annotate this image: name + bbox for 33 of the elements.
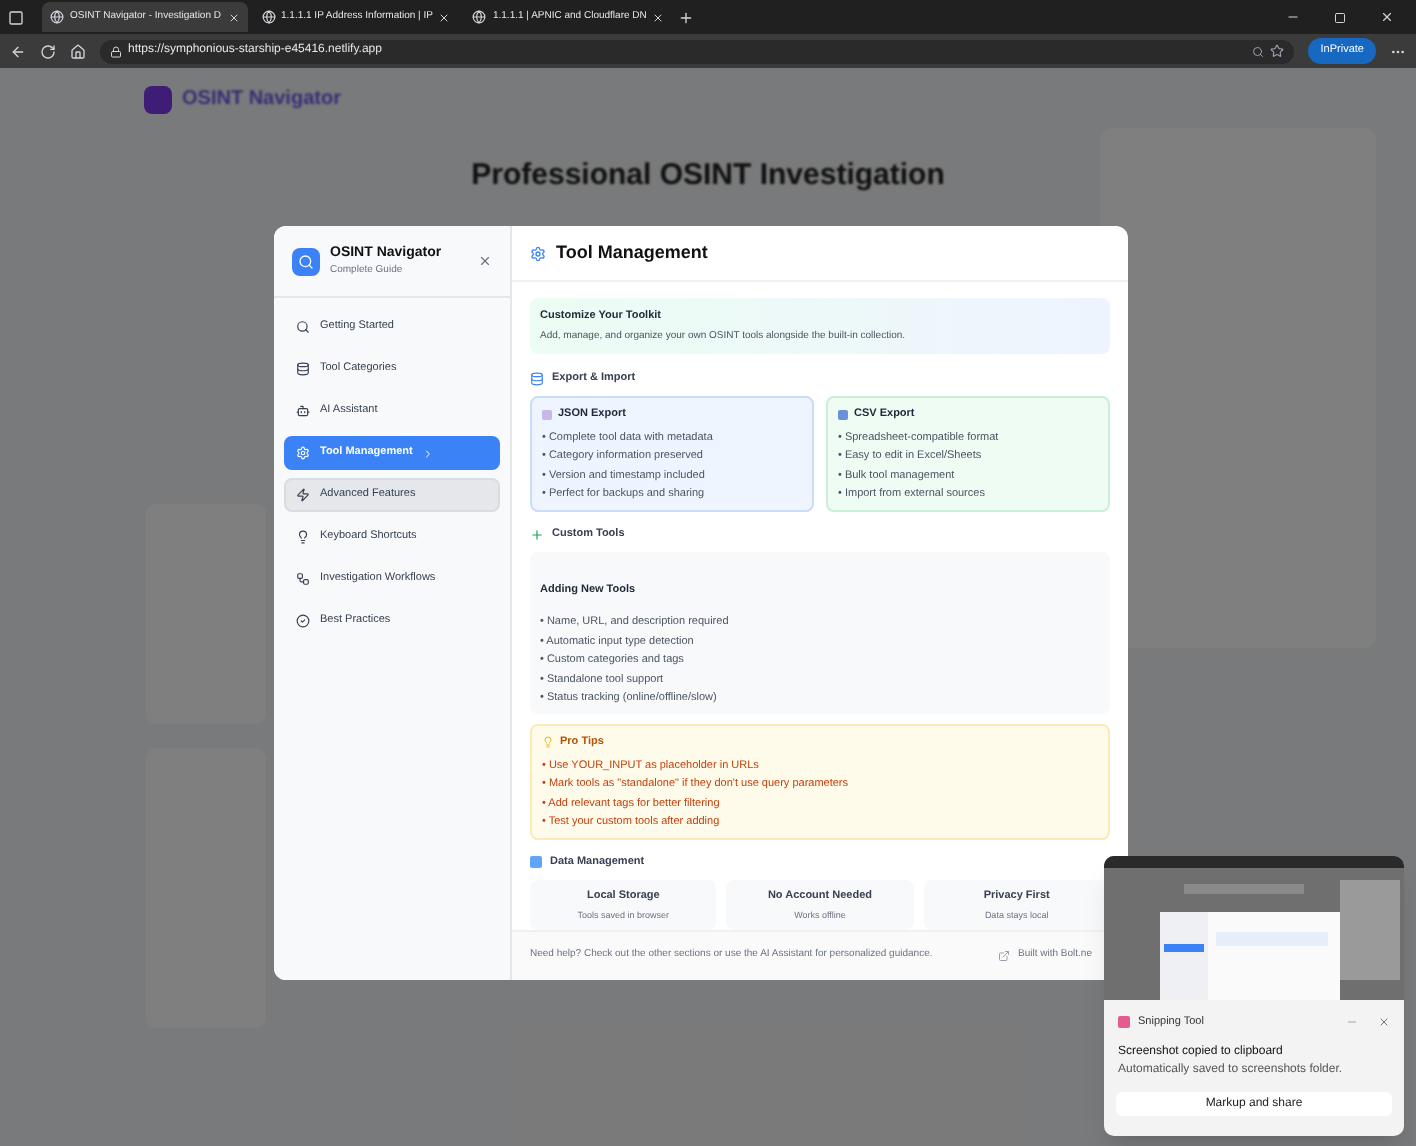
reload-icon[interactable] (40, 43, 56, 59)
app-icon (1118, 1016, 1130, 1029)
bulb-icon (296, 530, 310, 544)
minimize-icon[interactable] (1286, 10, 1300, 24)
database-icon (530, 371, 544, 386)
logo-icon (292, 247, 320, 275)
lightbulb-icon (542, 736, 554, 749)
back-icon[interactable] (10, 43, 26, 59)
workflow-icon (296, 572, 310, 586)
globe-icon (261, 10, 275, 24)
database-icon (296, 362, 310, 376)
brand-title: OSINT Navigator (182, 86, 341, 114)
home-icon[interactable] (70, 43, 86, 59)
page-heading: Professional OSINT Investigation (471, 156, 945, 196)
search-icon (296, 320, 310, 334)
tab-actions-icon[interactable] (8, 9, 24, 25)
check-icon (296, 614, 310, 628)
bot-icon (296, 404, 310, 418)
globe-icon (50, 10, 64, 24)
settings-icon (296, 446, 310, 460)
external-link-icon (998, 950, 1011, 963)
maximize-icon[interactable] (1334, 11, 1346, 23)
star-icon[interactable] (1270, 44, 1285, 58)
globe-icon (472, 10, 487, 24)
plus-icon (530, 527, 544, 542)
settings-icon (530, 245, 546, 262)
logo-icon (144, 85, 172, 113)
chevron-icon (422, 447, 435, 459)
zoom-icon[interactable] (1252, 45, 1265, 57)
zap-icon (296, 488, 310, 502)
section-title: Tool Management (556, 239, 708, 266)
new-tab-icon[interactable] (678, 9, 695, 25)
lock-icon (110, 45, 122, 57)
